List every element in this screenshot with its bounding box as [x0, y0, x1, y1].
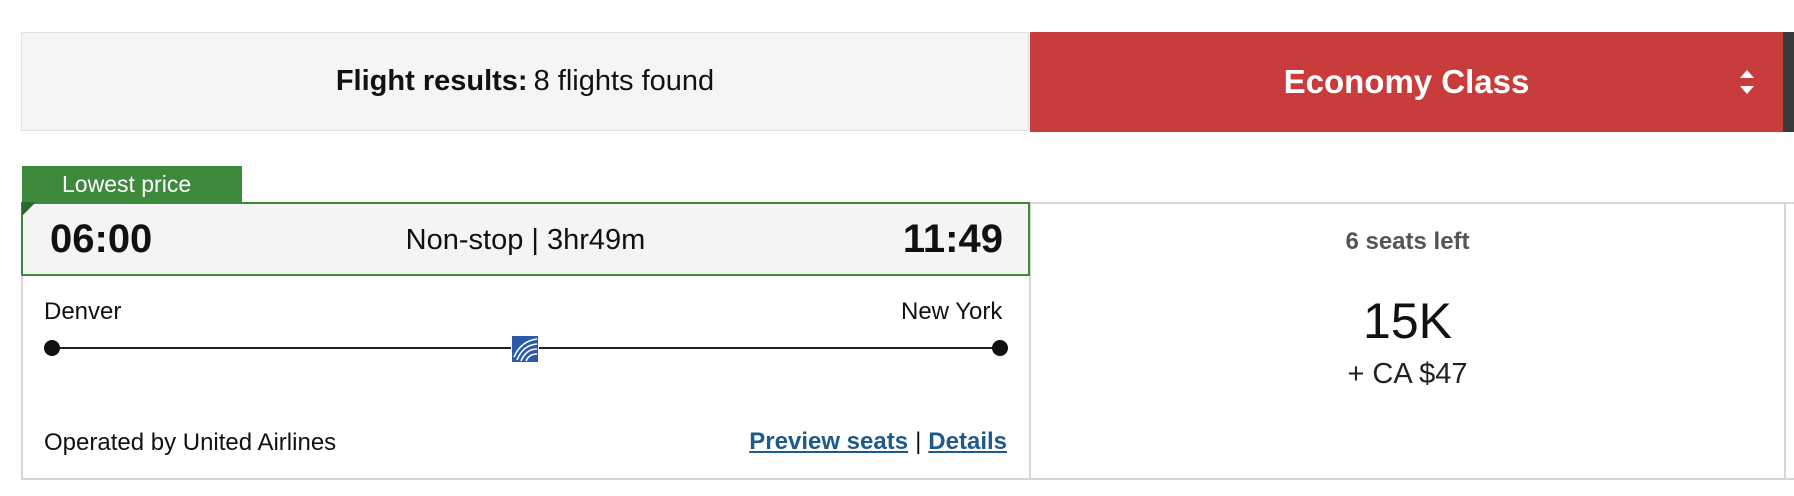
lowest-price-badge: Lowest price — [22, 166, 242, 202]
card-divider-right — [1784, 202, 1786, 480]
origin-dot — [44, 340, 60, 356]
operated-by-text: Operated by United Airlines — [44, 429, 337, 456]
results-count: 8 flights found — [533, 65, 715, 97]
united-airlines-globe-icon — [511, 335, 539, 363]
next-column-edge — [1783, 32, 1794, 132]
destination-dot — [992, 340, 1008, 356]
cabin-class-label: Economy Class — [1283, 63, 1530, 100]
fare-price-miles[interactable]: 15K — [1031, 292, 1784, 350]
flight-duration: Non-stop | 3hr49m — [405, 224, 646, 256]
flight-links: Preview seats | Details — [749, 428, 1007, 456]
flight-results-page: Flight results: 8 flights found Economy … — [0, 0, 1794, 496]
destination-city: New York — [901, 298, 1003, 325]
results-summary-bar: Flight results: 8 flights found — [21, 32, 1029, 131]
seats-left-text: 6 seats left — [1345, 228, 1470, 255]
fare-taxes: + CA $47 — [1347, 358, 1468, 390]
link-separator: | — [915, 428, 922, 455]
badge-fold — [22, 202, 36, 216]
preview-seats-link[interactable]: Preview seats — [749, 428, 908, 455]
flight-time-bar: 06:00 Non-stop | 3hr49m 11:49 — [21, 202, 1030, 276]
results-label: Flight results: — [335, 65, 528, 97]
cabin-class-column-header[interactable]: Economy Class — [1030, 32, 1783, 132]
details-link[interactable]: Details — [928, 428, 1007, 455]
arrival-time: 11:49 — [902, 217, 1003, 261]
origin-city: Denver — [44, 298, 122, 325]
sort-arrows-icon[interactable] — [1739, 66, 1755, 98]
